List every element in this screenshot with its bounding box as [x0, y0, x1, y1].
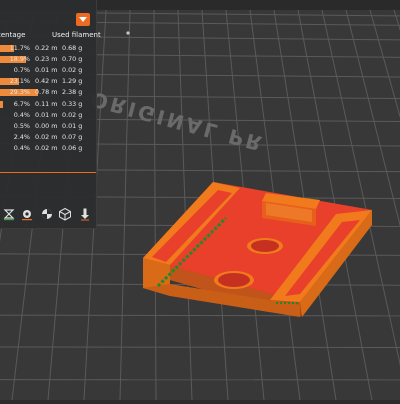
cube-icon[interactable]: [58, 207, 72, 221]
stats-row: 11.7% 0.22 m 0.68 g: [0, 44, 96, 54]
stats-row: 0.4% 0.01 m 0.02 g: [0, 111, 96, 121]
stats-row: 29.3% 0.78 m 2.38 g: [0, 88, 96, 98]
bed-marker: [126, 31, 129, 34]
stats-row: 0.7% 0.01 m 0.02 g: [0, 66, 96, 76]
weight-value: 0.02 g: [62, 111, 82, 119]
length-value: 0.22 m: [35, 44, 58, 52]
length-value: 0.02 m: [35, 144, 58, 152]
weight-value: 0.07 g: [62, 133, 82, 141]
stats-row: 23.1% 0.42 m 1.29 g: [0, 77, 96, 87]
weight-value: 0.01 g: [62, 122, 82, 130]
pie-icon[interactable]: [40, 207, 54, 221]
percentage-value: 2.4%: [14, 133, 30, 141]
layers-icon[interactable]: [2, 207, 16, 221]
percentage-value: 23.1%: [10, 77, 30, 85]
cog-icon[interactable]: [20, 207, 34, 221]
weight-value: 0.68 g: [62, 44, 82, 52]
weight-value: 0.33 g: [62, 100, 82, 108]
percentage-value: 18.9%: [10, 55, 30, 63]
filament-stats-panel: ercentage Used filament 11.7% 0.22 m 0.68 …: [0, 0, 97, 229]
percentage-value: 6.7%: [14, 100, 30, 108]
percentage-column-header: ercentage: [0, 31, 25, 39]
length-value: 0.01 m: [35, 66, 58, 74]
weight-value: 2.38 g: [62, 88, 82, 96]
chevron-down-icon: [76, 13, 90, 26]
length-value: 0.11 m: [35, 100, 58, 108]
weight-value: 0.02 g: [62, 66, 82, 74]
weight-value: 0.70 g: [62, 55, 82, 63]
percentage-value: 0.4%: [14, 111, 30, 119]
percentage-bar: [0, 101, 3, 108]
length-value: 0.01 m: [35, 111, 58, 119]
collapse-button[interactable]: [76, 13, 90, 26]
length-value: 0.42 m: [35, 77, 58, 85]
stats-row: 2.4% 0.02 m 0.07 g: [0, 133, 96, 143]
percentage-value: 29.3%: [10, 88, 30, 96]
percentage-value: 0.5%: [14, 122, 30, 130]
used-filament-column-header: Used filament: [52, 31, 101, 39]
panel-divider: [0, 172, 96, 173]
length-value: 0.00 m: [35, 122, 58, 130]
percentage-value: 0.7%: [14, 66, 30, 74]
length-value: 0.23 m: [35, 55, 58, 63]
length-value: 0.78 m: [35, 88, 58, 96]
percentage-value: 11.7%: [10, 44, 30, 52]
length-value: 0.02 m: [35, 133, 58, 141]
panel-header: ercentage Used filament: [0, 0, 96, 36]
weight-value: 0.06 g: [62, 144, 82, 152]
percentage-value: 0.4%: [14, 144, 30, 152]
stats-row: 6.7% 0.11 m 0.33 g: [0, 100, 96, 110]
weight-value: 1.29 g: [62, 77, 82, 85]
stats-row: 0.5% 0.00 m 0.01 g: [0, 122, 96, 132]
export-icon[interactable]: [78, 207, 92, 221]
stats-row: 18.9% 0.23 m 0.70 g: [0, 55, 96, 65]
panel-toolbar: [0, 205, 96, 223]
stats-row: 0.4% 0.02 m 0.06 g: [0, 144, 96, 154]
